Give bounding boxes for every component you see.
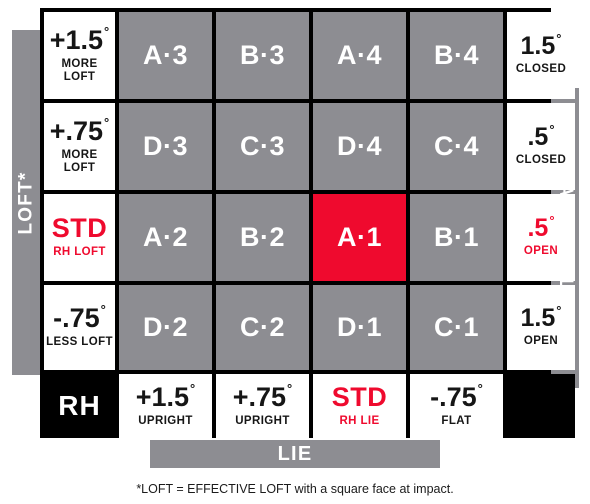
- loft-header-3-value-wrap: -.75 °: [53, 302, 106, 334]
- degree-icon: °: [549, 213, 555, 229]
- table-cell-r3c0[interactable]: D·2: [119, 285, 212, 370]
- lie-header-1: +.75 ° UPRIGHT: [216, 374, 309, 438]
- axis-label-loft-text: LOFT*: [15, 171, 36, 234]
- face-angle-header-0-sub: CLOSED: [515, 63, 567, 76]
- lie-header-2: STD RH LIE: [313, 374, 406, 438]
- axis-label-loft: LOFT*: [12, 30, 40, 375]
- face-angle-header-1-sub: CLOSED: [515, 154, 567, 167]
- degree-icon: °: [477, 380, 483, 396]
- loft-header-1-value-wrap: +.75 °: [49, 114, 110, 146]
- face-angle-header-2-value-wrap: .5 °: [527, 213, 555, 243]
- degree-icon: °: [287, 380, 293, 396]
- table-cell-r3c1[interactable]: C·2: [216, 285, 309, 370]
- loft-header-1-value: +.75: [49, 115, 104, 146]
- table-cell-r0c2[interactable]: A·4: [313, 12, 406, 99]
- face-angle-header-3-value-wrap: 1.5 °: [520, 303, 562, 333]
- table-cell-r1c0[interactable]: D·3: [119, 103, 212, 190]
- loft-header-3-sub: LESS LOFT: [46, 336, 113, 349]
- settings-matrix: +1.5 ° MORE LOFT A·3 B·3 A·4 B·4 1.5 ° C…: [40, 8, 575, 438]
- table-cell-r0c0[interactable]: A·3: [119, 12, 212, 99]
- loft-header-3-value: -.75: [53, 303, 100, 334]
- loft-header-2: STD RH LOFT: [44, 194, 115, 281]
- table-cell-r0c3[interactable]: B·4: [410, 12, 503, 99]
- hand-indicator: RH: [44, 374, 115, 438]
- lie-header-0-sub: UPRIGHT: [138, 414, 193, 427]
- table-cell-r1c1[interactable]: C·3: [216, 103, 309, 190]
- lie-header-0-value: +1.5: [135, 381, 190, 412]
- lie-header-2-value: STD: [331, 381, 388, 412]
- lie-header-2-sub: RH LIE: [339, 414, 380, 427]
- degree-icon: °: [104, 114, 110, 130]
- hand-indicator-text: RH: [58, 390, 101, 421]
- loft-header-2-value: STD: [51, 213, 108, 244]
- face-angle-header-0-value: 1.5: [520, 32, 556, 61]
- lie-header-0: +1.5 ° UPRIGHT: [119, 374, 212, 438]
- face-angle-header-2: .5 ° OPEN: [507, 194, 575, 281]
- face-angle-header-0: 1.5 ° CLOSED: [507, 12, 575, 99]
- footnote: *LOFT = EFFECTIVE LOFT with a square fac…: [136, 482, 454, 496]
- adjustment-chart: LOFT* FACE ANGLE LIE +1.5 ° MORE LOFT A·…: [0, 0, 590, 504]
- face-angle-header-1: .5 ° CLOSED: [507, 103, 575, 190]
- table-cell-r1c3[interactable]: C·4: [410, 103, 503, 190]
- table-cell-r2c2-selected[interactable]: A·1: [313, 194, 406, 281]
- lie-header-3: -.75 ° FLAT: [410, 374, 503, 438]
- table-cell-r2c0[interactable]: A·2: [119, 194, 212, 281]
- face-angle-header-3-value: 1.5: [520, 304, 556, 333]
- loft-header-1: +.75 ° MORE LOFT: [44, 103, 115, 190]
- axis-label-lie: LIE: [150, 440, 440, 468]
- lie-header-3-value: -.75: [430, 381, 477, 412]
- degree-icon: °: [549, 122, 555, 138]
- lie-header-3-sub: FLAT: [441, 414, 472, 427]
- table-cell-r3c2[interactable]: D·1: [313, 285, 406, 370]
- lie-header-1-sub: UPRIGHT: [235, 414, 290, 427]
- lie-header-1-value-wrap: +.75 °: [232, 380, 293, 412]
- face-angle-header-2-value: .5: [527, 214, 549, 243]
- face-angle-header-3-sub: OPEN: [523, 335, 559, 348]
- face-angle-header-2-sub: OPEN: [523, 245, 559, 258]
- loft-header-0: +1.5 ° MORE LOFT: [44, 12, 115, 99]
- axis-label-lie-text: LIE: [277, 442, 313, 465]
- degree-icon: °: [104, 23, 110, 39]
- table-cell-r0c1[interactable]: B·3: [216, 12, 309, 99]
- loft-header-0-sub: MORE LOFT: [61, 57, 98, 83]
- face-angle-header-3: 1.5 ° OPEN: [507, 285, 575, 370]
- face-angle-header-0-value-wrap: 1.5 °: [520, 31, 562, 61]
- lie-header-1-value: +.75: [232, 381, 287, 412]
- face-angle-header-1-value-wrap: .5 °: [527, 122, 555, 152]
- loft-header-0-value: +1.5: [49, 24, 104, 55]
- degree-icon: °: [556, 31, 562, 47]
- table-cell-r2c3[interactable]: B·1: [410, 194, 503, 281]
- degree-icon: °: [190, 380, 196, 396]
- table-cell-r3c3[interactable]: C·1: [410, 285, 503, 370]
- lie-header-3-value-wrap: -.75 °: [430, 380, 483, 412]
- lie-header-0-value-wrap: +1.5 °: [135, 380, 196, 412]
- loft-header-1-sub: MORE LOFT: [61, 148, 98, 174]
- table-cell-r1c2[interactable]: D·4: [313, 103, 406, 190]
- loft-header-2-sub: RH LOFT: [53, 246, 106, 259]
- degree-icon: °: [556, 303, 562, 319]
- table-cell-r2c1[interactable]: B·2: [216, 194, 309, 281]
- loft-header-3: -.75 ° LESS LOFT: [44, 285, 115, 370]
- degree-icon: °: [100, 302, 106, 318]
- loft-header-0-value-wrap: +1.5 °: [49, 23, 110, 55]
- corner-filler: [507, 374, 575, 438]
- face-angle-header-1-value: .5: [527, 123, 549, 152]
